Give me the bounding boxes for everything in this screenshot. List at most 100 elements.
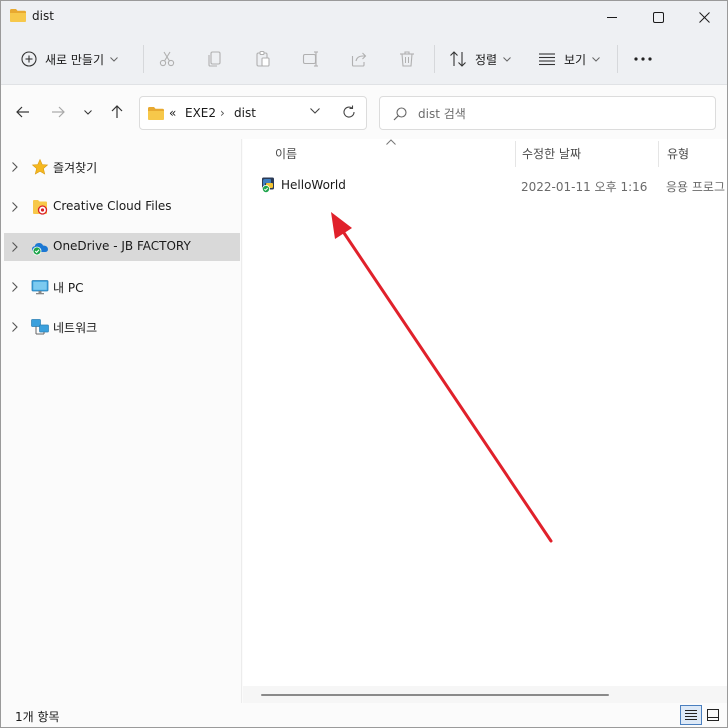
folder-icon: [148, 107, 164, 120]
view-button-label: 보기: [564, 52, 587, 67]
folder-icon: [10, 9, 26, 22]
view-button[interactable]: 보기: [538, 43, 600, 75]
chevron-right-icon[interactable]: [12, 242, 18, 252]
arrow-up-icon: [111, 105, 123, 118]
refresh-icon[interactable]: [342, 105, 356, 119]
maximize-button[interactable]: [635, 1, 681, 33]
nav-item-this-pc[interactable]: 내 PC: [4, 273, 240, 301]
file-row[interactable]: HelloWorld 2022-01-11 오후 1:16 응용 프로그: [251, 173, 727, 197]
new-button-label: 새로 만들기: [45, 52, 105, 67]
nav-item-onedrive[interactable]: OneDrive - JB FACTORY: [4, 233, 240, 261]
breadcrumb-item[interactable]: dist: [234, 106, 256, 120]
search-input[interactable]: [418, 105, 698, 123]
column-header-type[interactable]: 유형: [667, 145, 689, 162]
sort-button-label: 정렬: [475, 52, 498, 67]
breadcrumb-separator[interactable]: ›: [220, 106, 225, 120]
search-box[interactable]: [379, 96, 716, 130]
column-divider[interactable]: [658, 141, 659, 167]
details-view-icon: [685, 710, 697, 720]
toolbar-divider: [143, 45, 144, 73]
file-type: 응용 프로그: [666, 180, 726, 194]
network-icon: [31, 319, 49, 335]
delete-icon: [400, 51, 414, 67]
star-icon: [31, 158, 49, 175]
nav-item-label: 즐겨찾기: [53, 161, 98, 175]
chevron-down-icon: [503, 56, 511, 62]
scrollbar-thumb[interactable]: [261, 694, 609, 696]
up-button[interactable]: [107, 101, 127, 123]
cut-icon: [159, 51, 175, 67]
list-view-icon: [539, 53, 555, 66]
nav-item-label: 네트워크: [53, 321, 98, 335]
recent-locations-button[interactable]: [78, 101, 98, 123]
chevron-right-icon[interactable]: [12, 202, 18, 212]
title-bar: dist: [1, 1, 727, 33]
copy-icon: [208, 51, 221, 67]
tiles-view-button[interactable]: [702, 705, 724, 725]
column-divider[interactable]: [515, 141, 516, 167]
cut-button[interactable]: [155, 47, 179, 71]
share-icon: [351, 52, 367, 67]
address-row: « EXE2 › dist: [1, 85, 727, 139]
paste-button[interactable]: [251, 47, 275, 71]
address-bar[interactable]: « EXE2 › dist: [139, 96, 367, 130]
chevron-right-icon[interactable]: [12, 162, 18, 172]
arrow-left-icon: [16, 106, 29, 118]
paste-icon: [256, 50, 270, 67]
creative-cloud-folder-icon: [33, 200, 48, 215]
back-button[interactable]: [13, 101, 33, 123]
close-button[interactable]: [681, 1, 727, 33]
window-title: dist: [32, 9, 54, 23]
chevron-down-icon: [84, 109, 92, 115]
search-icon: [393, 107, 407, 121]
new-button[interactable]: 새로 만들기: [15, 43, 124, 75]
rename-icon: [302, 51, 318, 67]
file-list: 이름 수정한 날짜 유형 HelloWorld 2022-01-11 오후 1:…: [243, 139, 727, 703]
nav-item-label: 내 PC: [53, 281, 84, 295]
share-button[interactable]: [347, 47, 371, 71]
pc-icon: [31, 280, 49, 295]
nav-item-creative-cloud[interactable]: Creative Cloud Files: [4, 193, 240, 221]
python-exe-icon: [262, 177, 274, 193]
close-icon: [698, 11, 710, 23]
more-icon: [634, 57, 652, 61]
column-header-date[interactable]: 수정한 날짜: [522, 145, 581, 162]
command-bar: 새로 만들기 정렬 보기: [1, 33, 727, 85]
chevron-right-icon[interactable]: [12, 282, 18, 292]
onedrive-icon: [32, 243, 48, 256]
file-date: 2022-01-11 오후 1:16: [521, 180, 648, 194]
toolbar-divider: [434, 45, 435, 73]
toolbar-divider: [617, 45, 618, 73]
nav-item-label: OneDrive - JB FACTORY: [53, 239, 191, 253]
chevron-down-icon[interactable]: [310, 108, 320, 114]
nav-item-favorites[interactable]: 즐겨찾기: [4, 153, 240, 181]
delete-button[interactable]: [395, 47, 419, 71]
file-name[interactable]: HelloWorld: [281, 178, 346, 192]
chevron-down-icon: [592, 56, 600, 62]
chevron-right-icon[interactable]: [12, 322, 18, 332]
rename-button[interactable]: [299, 47, 323, 71]
breadcrumb-item[interactable]: EXE2: [185, 106, 216, 120]
forward-button[interactable]: [48, 101, 68, 123]
sort-button[interactable]: 정렬: [449, 43, 511, 75]
plus-circle-icon: [21, 51, 37, 67]
horizontal-scrollbar[interactable]: [243, 686, 727, 703]
file-explorer-window: dist 새로 만들기 정렬 보기 « EXE2 › dist dist 검색 …: [0, 0, 728, 728]
minimize-icon: [606, 16, 617, 18]
details-view-button[interactable]: [680, 705, 702, 725]
arrow-right-icon: [52, 106, 65, 118]
sort-ascending-icon: [386, 139, 396, 145]
nav-item-label: Creative Cloud Files: [53, 199, 172, 213]
tiles-view-icon: [707, 709, 719, 721]
status-bar: 1개 항목: [1, 703, 727, 727]
breadcrumb-overflow[interactable]: «: [169, 106, 176, 120]
minimize-button[interactable]: [589, 1, 635, 33]
maximize-icon: [652, 11, 664, 23]
nav-item-network[interactable]: 네트워크: [4, 313, 240, 341]
more-options-button[interactable]: [631, 47, 655, 71]
sort-icon: [450, 51, 466, 67]
copy-button[interactable]: [203, 47, 227, 71]
item-count: 1개 항목: [15, 710, 60, 724]
column-header-name[interactable]: 이름: [275, 145, 297, 162]
chevron-down-icon: [110, 56, 118, 62]
